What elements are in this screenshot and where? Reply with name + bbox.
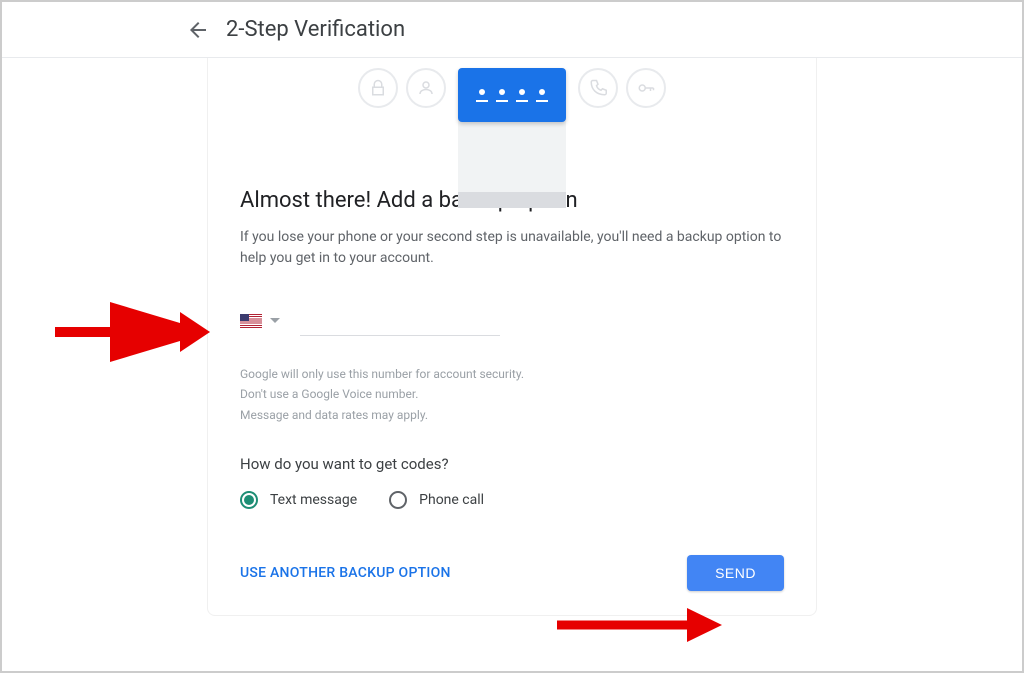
disclaimer-line: Don't use a Google Voice number.	[240, 384, 784, 404]
disclaimer-text: Google will only use this number for acc…	[240, 364, 784, 425]
annotation-arrow-icon	[552, 600, 722, 650]
lock-icon	[358, 68, 398, 108]
chevron-down-icon	[270, 318, 280, 323]
annotation-arrow-icon	[50, 302, 210, 362]
radio-label: Text message	[270, 492, 357, 508]
code-card-illustration	[458, 68, 566, 122]
phone-input-row	[240, 305, 784, 336]
action-row: USE ANOTHER BACKUP OPTION SEND	[240, 555, 784, 591]
radio-label: Phone call	[419, 492, 484, 508]
page-header: 2-Step Verification	[2, 2, 1022, 58]
illustration	[240, 58, 784, 188]
radio-circle-icon	[389, 491, 407, 509]
codes-question: How do you want to get codes?	[240, 455, 784, 473]
country-selector[interactable]	[240, 310, 280, 332]
verification-card: Almost there! Add a backup option If you…	[207, 58, 817, 616]
send-button[interactable]: SEND	[687, 555, 784, 591]
disclaimer-line: Google will only use this number for acc…	[240, 364, 784, 384]
disclaimer-line: Message and data rates may apply.	[240, 405, 784, 425]
radio-phone-call[interactable]: Phone call	[389, 491, 484, 509]
phone-number-input[interactable]	[300, 305, 500, 336]
us-flag-icon	[240, 314, 262, 328]
radio-text-message[interactable]: Text message	[240, 491, 357, 509]
paper-illustration	[458, 118, 566, 208]
phone-icon	[578, 68, 618, 108]
back-arrow-icon[interactable]	[186, 18, 210, 42]
page-title: 2-Step Verification	[226, 17, 405, 42]
use-another-option-link[interactable]: USE ANOTHER BACKUP OPTION	[240, 565, 451, 581]
radio-group: Text message Phone call	[240, 491, 784, 509]
section-description: If you lose your phone or your second st…	[240, 227, 784, 269]
key-icon	[626, 68, 666, 108]
user-icon	[406, 68, 446, 108]
radio-circle-icon	[240, 491, 258, 509]
